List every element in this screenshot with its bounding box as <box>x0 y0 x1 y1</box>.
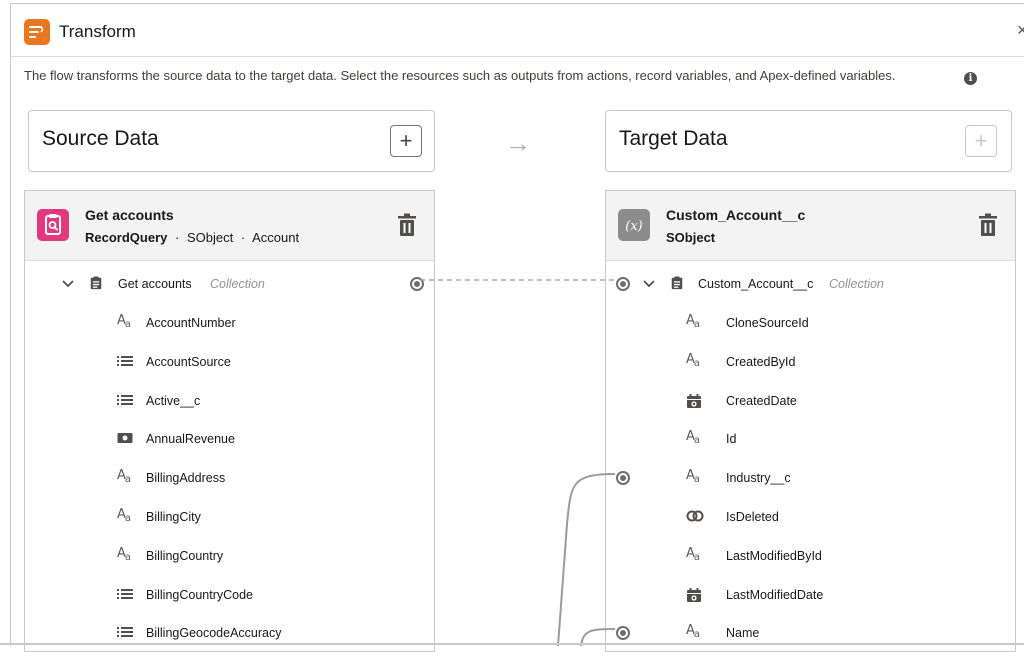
date-icon <box>686 587 704 602</box>
source-object-header: Get accounts RecordQuery · SObject · Acc… <box>25 191 434 261</box>
source-data-title: Source Data <box>42 127 159 150</box>
target-data-box: Target Data + <box>605 110 1012 172</box>
source-object-name: Get accounts <box>85 207 174 223</box>
text-icon: Aa <box>686 468 700 486</box>
target-field-label: Industry__c <box>726 471 791 486</box>
text-icon: Aa <box>117 468 131 486</box>
source-field-row[interactable]: AccountSource <box>25 343 434 381</box>
target-data-title: Target Data <box>619 127 728 150</box>
target-field-row[interactable]: Aa Id <box>606 420 1015 458</box>
target-field-label: LastModifiedById <box>726 548 822 563</box>
target-field-row[interactable]: Aa CreatedById <box>606 343 1015 381</box>
target-field-label: CreatedById <box>726 354 796 369</box>
target-field-row[interactable]: CreatedDate <box>606 382 1015 420</box>
add-source-button[interactable]: + <box>390 125 422 157</box>
target-collection-row[interactable]: Custom_Account__c Collection <box>606 265 1015 303</box>
transform-panel: Transform × The flow transforms the sour… <box>10 3 1024 652</box>
source-object-type: RecordQuery <box>85 230 168 245</box>
target-object-subtitle: SObject <box>666 230 715 245</box>
picklist-icon <box>117 394 135 408</box>
target-field-label: LastModifiedDate <box>726 587 824 602</box>
target-object-name: Custom_Account__c <box>666 207 806 223</box>
target-field-row[interactable]: IsDeleted <box>606 498 1015 536</box>
chevron-down-icon[interactable] <box>62 278 74 290</box>
delete-source-icon[interactable] <box>397 213 417 237</box>
text-icon: Aa <box>686 429 700 447</box>
close-button[interactable]: × <box>1017 20 1024 41</box>
target-object-type: SObject <box>666 230 716 245</box>
svg-text:(x): (x) <box>625 219 642 234</box>
date-icon <box>686 393 704 408</box>
source-field-label: BillingGeocodeAccuracy <box>146 626 282 641</box>
collection-icon <box>90 276 102 290</box>
source-field-label: BillingAddress <box>146 471 226 486</box>
picklist-icon <box>117 626 135 640</box>
transform-icon <box>24 19 50 45</box>
source-collection-kind: Collection <box>210 277 265 291</box>
target-field-row[interactable]: Aa Name <box>606 614 1015 651</box>
source-field-label: BillingCountry <box>146 548 224 563</box>
source-field-row[interactable]: BillingGeocodeAccuracy <box>25 614 434 651</box>
source-field-row[interactable]: BillingCountryCode <box>25 576 434 614</box>
picklist-icon <box>117 355 135 369</box>
target-field-label: CreatedDate <box>726 393 797 408</box>
record-query-icon <box>37 209 69 241</box>
boolean-icon <box>686 510 704 524</box>
currency-icon <box>117 432 135 446</box>
source-collection-label: Get accounts <box>118 277 192 291</box>
delete-target-icon[interactable] <box>978 213 998 237</box>
text-icon: Aa <box>686 313 700 330</box>
source-field-label: BillingCity <box>146 510 201 524</box>
target-field-row[interactable]: Aa LastModifiedById <box>606 537 1015 575</box>
source-field-label: BillingCountryCode <box>146 587 254 602</box>
target-field-label: Id <box>726 432 737 447</box>
separator: · <box>240 230 246 245</box>
text-icon: Aa <box>686 545 700 563</box>
text-icon: Aa <box>686 351 700 369</box>
text-icon: Aa <box>117 313 131 330</box>
target-field-row[interactable]: Aa Industry__c <box>606 459 1015 497</box>
source-field-row[interactable]: Aa BillingCountry <box>25 537 434 575</box>
source-data-box: Source Data + <box>28 110 435 172</box>
source-object-panel: Get accounts RecordQuery · SObject · Acc… <box>24 190 435 652</box>
text-icon: Aa <box>686 623 700 641</box>
target-object-panel: (x) Custom_Account__c SObject Custom_Acc… <box>605 190 1016 652</box>
target-field-label: IsDeleted <box>726 510 779 524</box>
variable-icon: (x) <box>618 209 650 241</box>
text-icon: Aa <box>117 507 131 524</box>
panel-title: Transform <box>59 22 136 41</box>
description-text: The flow transforms the source data to t… <box>24 68 896 83</box>
source-field-label: Active__c <box>146 393 201 408</box>
collection-icon <box>671 276 683 290</box>
separator: · <box>175 230 180 245</box>
target-collection-connector[interactable] <box>616 277 630 291</box>
info-icon[interactable]: i <box>964 72 977 85</box>
source-field-label: AnnualRevenue <box>146 432 235 447</box>
source-object-sub2: Account <box>252 230 300 245</box>
add-target-button[interactable]: + <box>965 125 997 157</box>
source-collection-connector[interactable] <box>410 277 424 291</box>
chevron-down-icon[interactable] <box>643 278 655 290</box>
text-icon: Aa <box>117 545 131 563</box>
target-field-label: CloneSourceId <box>726 316 809 330</box>
target-collection-kind: Collection <box>829 277 884 291</box>
target-field-label: Name <box>726 626 760 641</box>
source-field-row[interactable]: Aa BillingAddress <box>25 459 434 497</box>
source-object-subtitle: RecordQuery · SObject · Account <box>85 230 299 245</box>
source-field-row[interactable]: Active__c <box>25 382 434 420</box>
panel-header: Transform × <box>11 4 1024 57</box>
source-field-row[interactable]: Aa AccountNumber <box>25 304 434 342</box>
source-field-row[interactable]: AnnualRevenue <box>25 420 434 458</box>
target-object-header: (x) Custom_Account__c SObject <box>606 191 1015 261</box>
source-object-sub1: SObject <box>186 230 234 245</box>
target-field-row[interactable]: LastModifiedDate <box>606 576 1015 614</box>
target-field-row[interactable]: Aa CloneSourceId <box>606 304 1015 342</box>
arrow-right-icon: → <box>505 128 531 158</box>
picklist-icon <box>117 588 135 602</box>
target-collection-label: Custom_Account__c <box>698 277 814 291</box>
source-field-label: AccountSource <box>146 354 231 369</box>
source-field-row[interactable]: Aa BillingCity <box>25 498 434 536</box>
source-collection-row[interactable]: Get accounts Collection <box>25 265 434 303</box>
source-field-label: AccountNumber <box>146 316 236 330</box>
